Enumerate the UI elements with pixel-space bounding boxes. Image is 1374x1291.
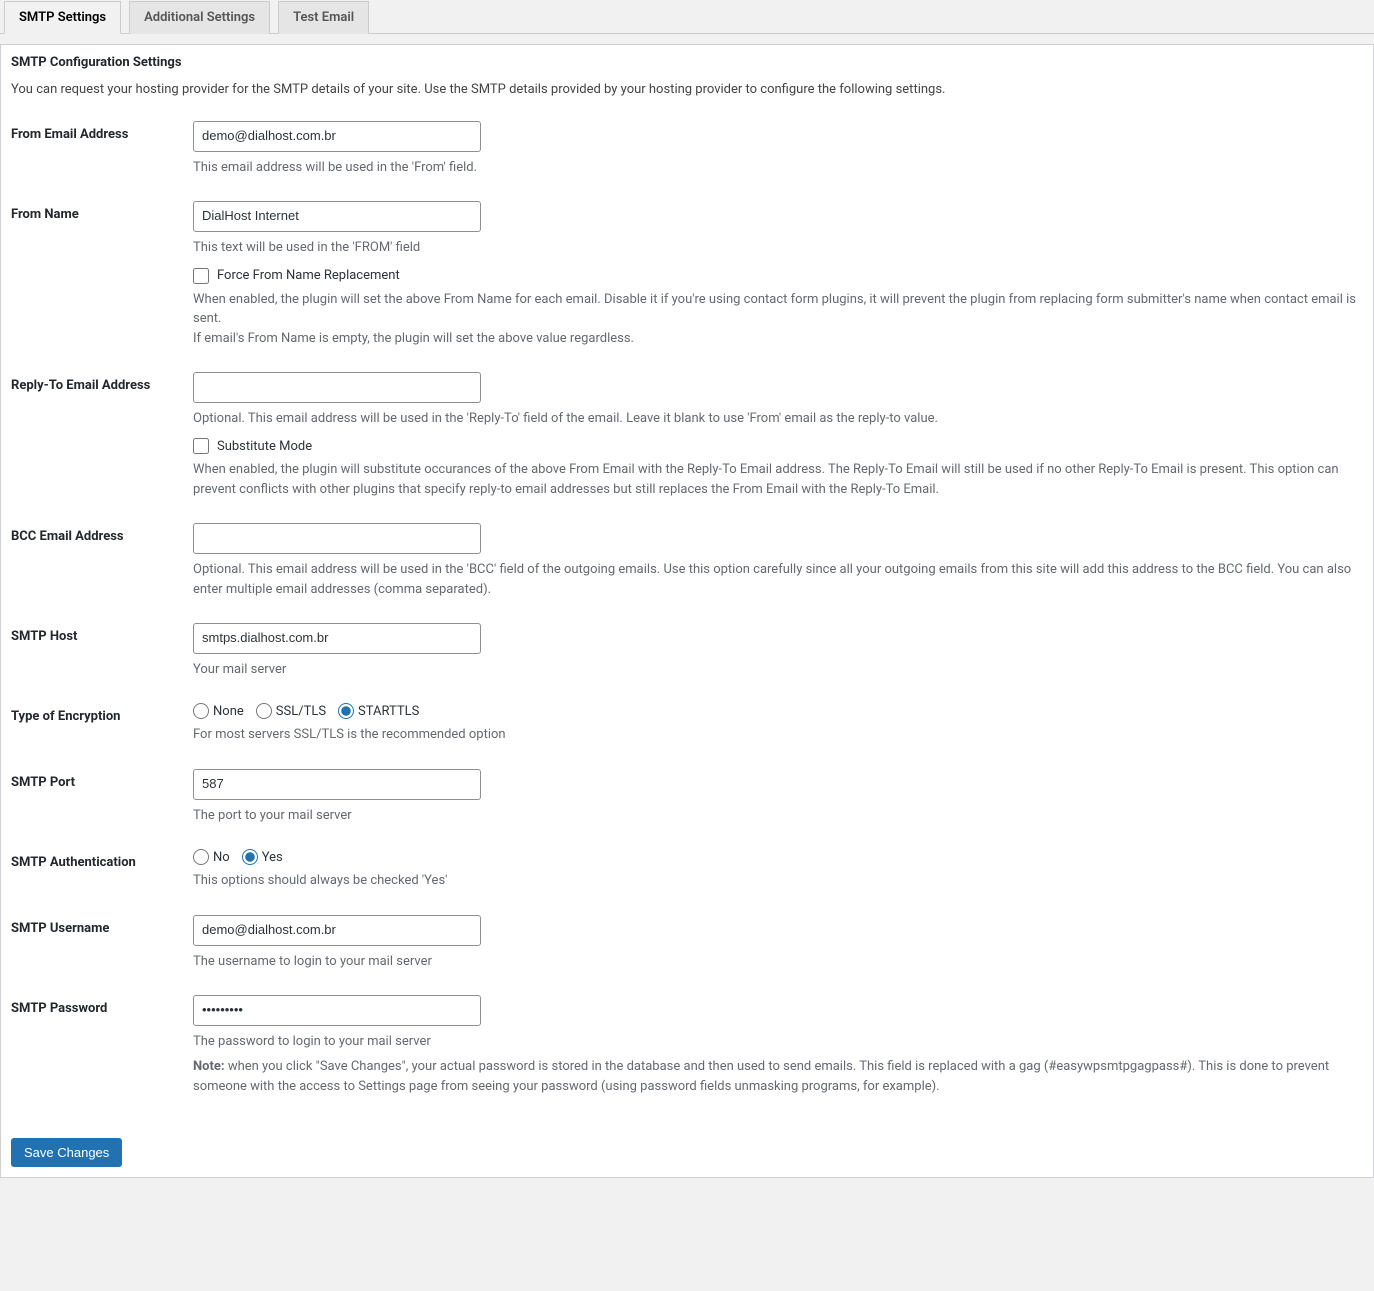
label-smtp-port: SMTP Port: [11, 769, 193, 790]
label-smtp-password: SMTP Password: [11, 995, 193, 1016]
smtp-host-input[interactable]: [193, 623, 481, 654]
substitute-mode-label: Substitute Mode: [217, 439, 312, 454]
auth-no-label: No: [213, 850, 230, 865]
smtp-port-desc: The port to your mail server: [193, 806, 1363, 826]
section-title: SMTP Configuration Settings: [11, 55, 1363, 70]
row-smtp-password: SMTP Password The password to login to y…: [11, 995, 1363, 1096]
row-encryption: Type of Encryption None SSL/TLS STARTTLS: [11, 703, 1363, 745]
encryption-starttls-label: STARTTLS: [358, 704, 419, 719]
label-bcc: BCC Email Address: [11, 523, 193, 544]
force-from-name-desc2: If email's From Name is empty, the plugi…: [193, 329, 1363, 349]
label-smtp-host: SMTP Host: [11, 623, 193, 644]
row-smtp-host: SMTP Host Your mail server: [11, 623, 1363, 679]
label-from-email: From Email Address: [11, 121, 193, 142]
note-prefix: Note:: [193, 1059, 225, 1074]
from-email-desc: This email address will be used in the '…: [193, 158, 1363, 178]
smtp-host-desc: Your mail server: [193, 660, 1363, 680]
bcc-input[interactable]: [193, 523, 481, 554]
force-from-name-checkbox[interactable]: [193, 268, 209, 284]
force-from-name-desc1: When enabled, the plugin will set the ab…: [193, 290, 1363, 329]
smtp-username-input[interactable]: [193, 915, 481, 946]
reply-to-input[interactable]: [193, 372, 481, 403]
row-smtp-port: SMTP Port The port to your mail server: [11, 769, 1363, 825]
save-changes-button[interactable]: Save Changes: [11, 1138, 122, 1167]
bcc-desc: Optional. This email address will be use…: [193, 560, 1363, 599]
encryption-ssl-label: SSL/TLS: [276, 704, 326, 719]
row-smtp-auth: SMTP Authentication No Yes This options …: [11, 849, 1363, 891]
substitute-mode-checkbox[interactable]: [193, 438, 209, 454]
settings-tabs: SMTP Settings Additional Settings Test E…: [0, 0, 1374, 34]
tab-test-email[interactable]: Test Email: [278, 1, 369, 34]
label-smtp-username: SMTP Username: [11, 915, 193, 936]
tab-additional-settings[interactable]: Additional Settings: [129, 1, 270, 34]
auth-yes-radio[interactable]: [242, 849, 258, 865]
from-name-desc: This text will be used in the 'FROM' fie…: [193, 238, 1363, 258]
row-smtp-username: SMTP Username The username to login to y…: [11, 915, 1363, 971]
smtp-port-input[interactable]: [193, 769, 481, 800]
label-from-name: From Name: [11, 201, 193, 222]
from-name-input[interactable]: [193, 201, 481, 232]
force-from-name-label: Force From Name Replacement: [217, 268, 400, 283]
auth-no-radio[interactable]: [193, 849, 209, 865]
from-email-input[interactable]: [193, 121, 481, 152]
encryption-none-radio[interactable]: [193, 703, 209, 719]
row-from-email: From Email Address This email address wi…: [11, 121, 1363, 177]
auth-yes-label: Yes: [262, 850, 283, 865]
encryption-desc: For most servers SSL/TLS is the recommen…: [193, 725, 1363, 745]
label-encryption: Type of Encryption: [11, 703, 193, 724]
label-smtp-auth: SMTP Authentication: [11, 849, 193, 870]
substitute-mode-desc: When enabled, the plugin will substitute…: [193, 460, 1363, 499]
smtp-password-input[interactable]: [193, 995, 481, 1026]
row-from-name: From Name This text will be used in the …: [11, 201, 1363, 348]
settings-panel: SMTP Configuration Settings You can requ…: [0, 44, 1374, 1178]
reply-to-desc: Optional. This email address will be use…: [193, 409, 1363, 429]
encryption-ssl-radio[interactable]: [256, 703, 272, 719]
smtp-username-desc: The username to login to your mail serve…: [193, 952, 1363, 972]
note-text: when you click "Save Changes", your actu…: [193, 1059, 1329, 1094]
row-bcc: BCC Email Address Optional. This email a…: [11, 523, 1363, 599]
encryption-starttls-radio[interactable]: [338, 703, 354, 719]
tab-smtp-settings[interactable]: SMTP Settings: [4, 1, 121, 34]
smtp-auth-desc: This options should always be checked 'Y…: [193, 871, 1363, 891]
encryption-none-label: None: [213, 704, 244, 719]
row-reply-to: Reply-To Email Address Optional. This em…: [11, 372, 1363, 499]
label-reply-to: Reply-To Email Address: [11, 372, 193, 393]
smtp-password-desc: The password to login to your mail serve…: [193, 1032, 1363, 1052]
section-description: You can request your hosting provider fo…: [11, 82, 1363, 97]
smtp-password-note: Note: when you click "Save Changes", you…: [193, 1057, 1363, 1096]
